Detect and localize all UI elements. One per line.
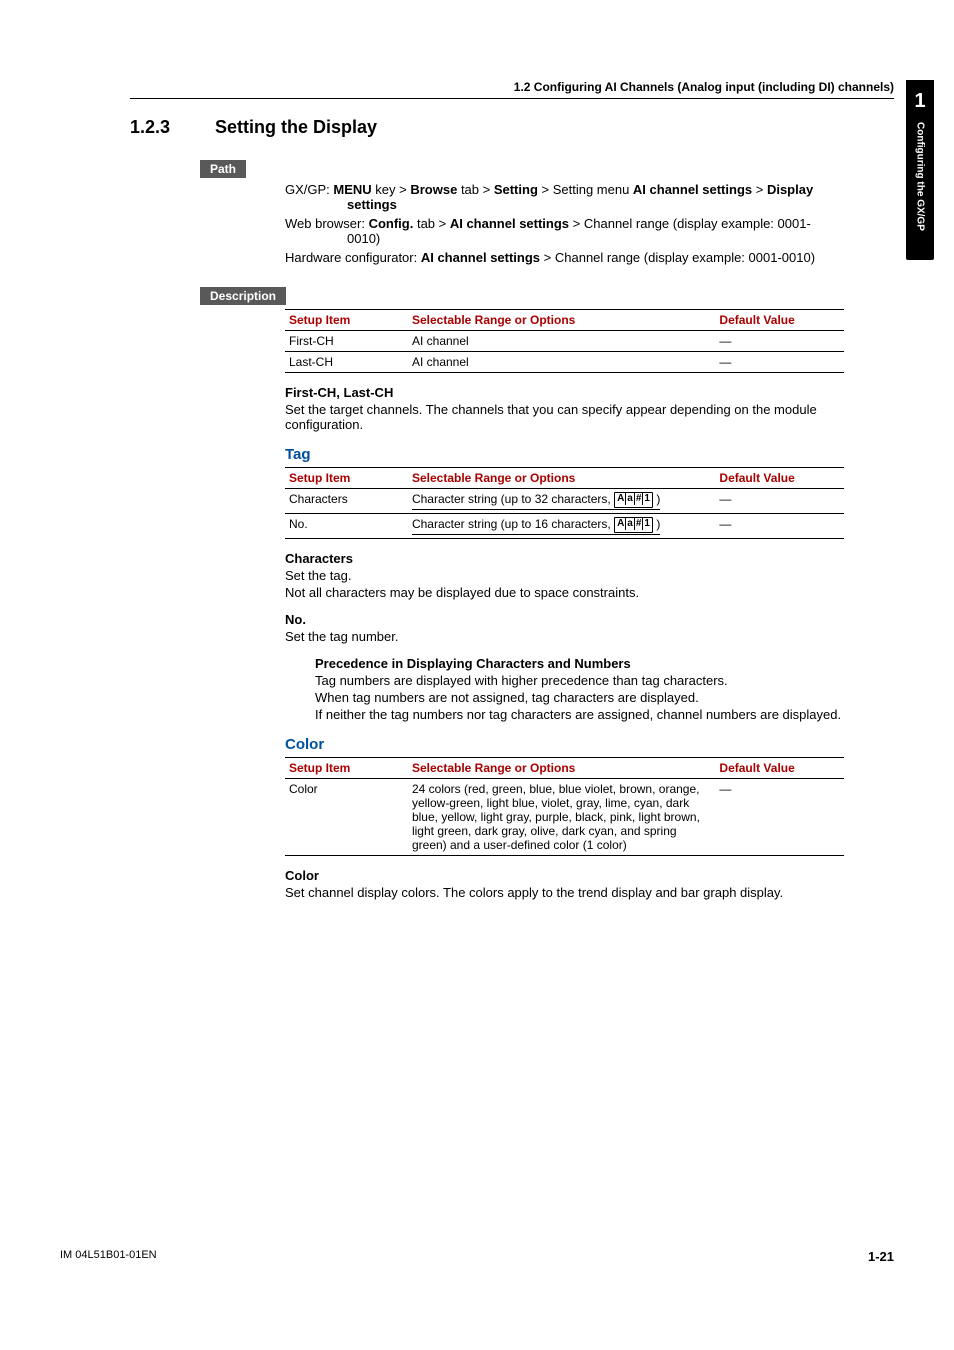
description-label: Description xyxy=(200,287,286,305)
footer-doc-id: IM 04L51B01-01EN xyxy=(60,1249,157,1264)
th-default: Default Value xyxy=(715,758,844,779)
path-line-3: Hardware configurator: AI channel settin… xyxy=(285,250,844,265)
no-l1: Set the tag number. xyxy=(285,629,844,644)
characters-l2: Not all characters may be displayed due … xyxy=(285,585,844,600)
page-header: 1.2 Configuring AI Channels (Analog inpu… xyxy=(130,80,894,99)
firstlast-body: Set the target channels. The channels th… xyxy=(285,402,844,432)
color-sub-heading: Color xyxy=(285,868,844,883)
table-row: No. Character string (up to 16 character… xyxy=(285,514,844,539)
th-options: Selectable Range or Options xyxy=(408,468,715,489)
precedence-l3: If neither the tag numbers nor tag chara… xyxy=(315,707,844,722)
th-setup-item: Setup Item xyxy=(285,310,408,331)
table-row: Color 24 colors (red, green, blue, blue … xyxy=(285,779,844,856)
path-line-1: GX/GP: MENU key > Browse tab > Setting >… xyxy=(285,182,844,197)
th-setup-item: Setup Item xyxy=(285,468,408,489)
chapter-side-text: Configuring the GX/GP xyxy=(915,122,926,231)
th-options: Selectable Range or Options xyxy=(408,758,715,779)
description-table: Setup Item Selectable Range or Options D… xyxy=(285,309,844,373)
keycap-icon: Aa#1 xyxy=(614,517,653,533)
no-heading: No. xyxy=(285,612,844,627)
table-row: Last-CHAI channel— xyxy=(285,352,844,373)
th-options: Selectable Range or Options xyxy=(408,310,715,331)
keycap-icon: Aa#1 xyxy=(614,492,653,508)
th-setup-item: Setup Item xyxy=(285,758,408,779)
table-row: Characters Character string (up to 32 ch… xyxy=(285,489,844,514)
firstlast-heading: First-CH, Last-CH xyxy=(285,385,844,400)
page-footer: IM 04L51B01-01EN 1-21 xyxy=(60,1249,894,1264)
precedence-l2: When tag numbers are not assigned, tag c… xyxy=(315,690,844,705)
precedence-l1: Tag numbers are displayed with higher pr… xyxy=(315,673,844,688)
precedence-heading: Precedence in Displaying Characters and … xyxy=(315,656,844,671)
path-label: Path xyxy=(200,160,246,178)
color-sub-body: Set channel display colors. The colors a… xyxy=(285,885,844,900)
path-line-2: Web browser: Config. tab > AI channel se… xyxy=(285,216,844,231)
chapter-number: 1 xyxy=(906,90,934,113)
section-title: Setting the Display xyxy=(215,117,377,138)
th-default: Default Value xyxy=(715,468,844,489)
color-table: Setup Item Selectable Range or Options D… xyxy=(285,757,844,856)
characters-heading: Characters xyxy=(285,551,844,566)
path-line-1b: settings xyxy=(347,197,844,212)
path-line-2b: 0010) xyxy=(347,231,844,246)
section-number: 1.2.3 xyxy=(130,117,215,138)
tag-heading: Tag xyxy=(285,446,844,463)
color-heading: Color xyxy=(285,736,844,753)
chapter-side-tab: 1 Configuring the GX/GP xyxy=(906,80,934,260)
table-row: First-CHAI channel— xyxy=(285,331,844,352)
th-default: Default Value xyxy=(715,310,844,331)
tag-table: Setup Item Selectable Range or Options D… xyxy=(285,467,844,539)
footer-page-number: 1-21 xyxy=(868,1249,894,1264)
characters-l1: Set the tag. xyxy=(285,568,844,583)
